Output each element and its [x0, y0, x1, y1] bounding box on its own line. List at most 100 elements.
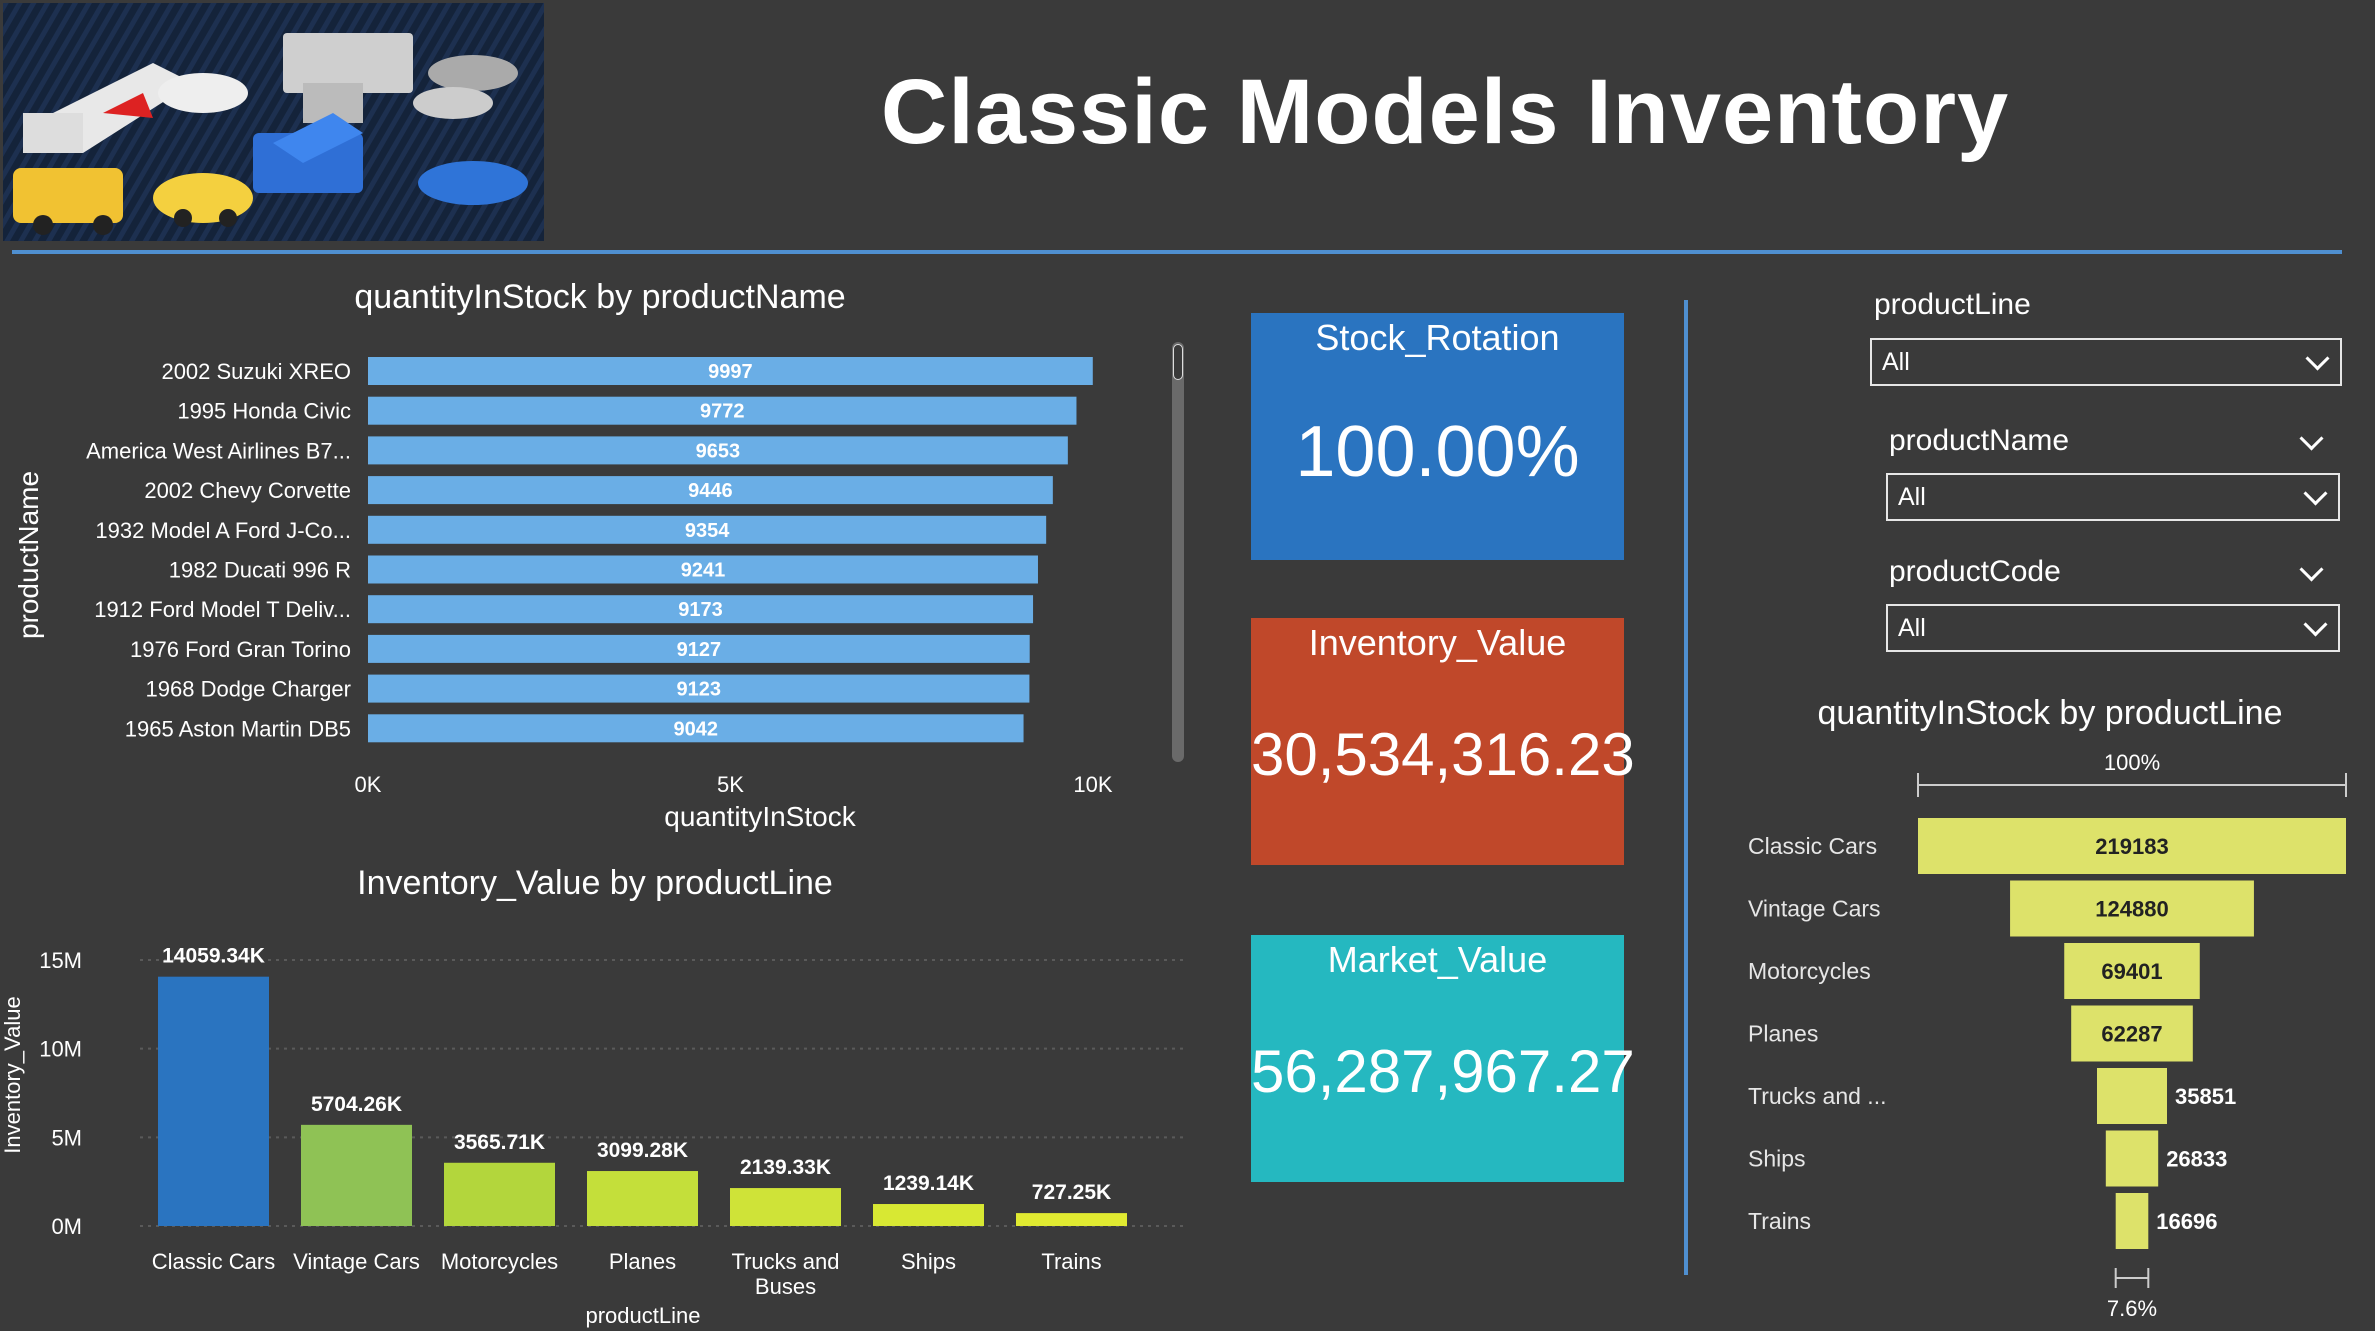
column-data-label: 727.25K	[1032, 1181, 1111, 1204]
x-tick-label: Buses	[755, 1274, 816, 1299]
market-value-card: Market_Value 56,287,967.27	[1251, 935, 1635, 1182]
y-tick-label: 15M	[39, 948, 82, 973]
bar-data-label: 9127	[677, 639, 722, 661]
x-tick-label: Motorcycles	[441, 1249, 558, 1274]
header-divider	[12, 250, 2342, 254]
funnel-category-label: Vintage Cars	[1748, 896, 1881, 922]
bar-data-label: 9446	[688, 480, 733, 502]
x-tick-label: Trucks and	[731, 1249, 839, 1274]
inventory-value-by-line-chart: Inventory_Value productLine 0M 5M 10M 15M 14…	[0, 945, 1188, 1328]
product-line-slicer-label: productLine	[1874, 288, 2031, 321]
market-value-label: Market_Value	[1327, 939, 1548, 980]
product-code-slicer-label: productCode	[1889, 555, 2061, 588]
funnel-data-label: 124880	[2095, 897, 2168, 922]
funnel-category-label: Ships	[1748, 1146, 1806, 1172]
quantity-by-line-funnel: 100% 7.6% Classic Cars 219183 Vintage Cars…	[1748, 750, 2347, 1321]
product-name-dropdown[interactable]: All	[1886, 473, 2340, 521]
funnel-segment[interactable]	[2105, 1130, 2159, 1187]
y-tick-label: 5M	[51, 1125, 82, 1150]
bar-data-label: 9354	[685, 520, 730, 542]
bar-data-label: 9123	[676, 679, 721, 701]
bar-data-label: 9042	[674, 718, 719, 740]
column-data-label: 14059.34K	[162, 945, 265, 968]
funnel-category-label: Motorcycles	[1748, 958, 1871, 984]
product-name-slicer-label: productName	[1889, 424, 2070, 457]
bar-category-label: 1982 Ducati 996 R	[169, 558, 351, 583]
column-data-label: 1239.14K	[883, 1172, 974, 1195]
bar-data-label: 9997	[708, 361, 753, 383]
funnel-segment[interactable]	[2115, 1193, 2149, 1249]
column[interactable]	[158, 976, 269, 1226]
scrollbar-thumb[interactable]	[1173, 344, 1183, 380]
x-tick-label: 0K	[355, 772, 382, 797]
column[interactable]	[1016, 1213, 1127, 1226]
chevron-down-icon[interactable]	[2299, 426, 2324, 451]
inventory-value-card: Inventory_Value 30,534,316.23	[1251, 618, 1635, 865]
funnel-category-label: Classic Cars	[1748, 833, 1877, 859]
bar-category-label: 1995 Honda Civic	[177, 399, 351, 424]
funnel-category-label: Trains	[1748, 1208, 1811, 1234]
inventory-value-label: Inventory_Value	[1308, 622, 1567, 663]
bar-category-label: 1968 Dodge Charger	[146, 677, 351, 702]
bar-chart-title: quantityInStock by productName	[354, 278, 846, 316]
funnel-segment[interactable]	[2096, 1068, 2168, 1124]
y-tick-label: 10M	[39, 1037, 82, 1062]
funnel-data-label: 62287	[2101, 1022, 2162, 1047]
column-chart-title: Inventory_Value by productLine	[357, 864, 833, 902]
funnel-top-percent: 100%	[2104, 750, 2160, 775]
column[interactable]	[587, 1171, 698, 1226]
bar-data-label: 9653	[696, 440, 741, 462]
product-line-selected: All	[1882, 348, 1910, 376]
bar-data-label: 9173	[678, 599, 723, 621]
x-tick-label: Trains	[1041, 1249, 1101, 1274]
bar-category-label: 1976 Ford Gran Torino	[130, 637, 351, 662]
column[interactable]	[730, 1188, 841, 1226]
column[interactable]	[444, 1162, 555, 1226]
x-tick-label: 5K	[717, 772, 744, 797]
funnel-chart-title: quantityInStock by productLine	[1817, 694, 2283, 732]
page-title: Classic Models Inventory	[880, 61, 2010, 163]
column-chart-x-axis-label: productLine	[586, 1303, 701, 1328]
x-tick-label: Vintage Cars	[293, 1249, 420, 1274]
bar-chart-scrollbar[interactable]	[1172, 342, 1184, 762]
quantity-by-product-chart: productName quantityInStock 2002 Suzuki …	[13, 357, 1113, 832]
bar-category-label: 2002 Suzuki XREO	[161, 359, 351, 384]
bar-category-label: 1932 Model A Ford J-Co...	[95, 518, 351, 543]
column-chart-y-axis-label: Inventory_Value	[0, 996, 25, 1153]
bar-category-label: America West Airlines B7...	[86, 438, 351, 463]
product-line-dropdown[interactable]: All	[1870, 338, 2342, 386]
product-code-selected: All	[1898, 614, 1926, 642]
bar-category-label: 2002 Chevy Corvette	[144, 478, 351, 503]
bar-category-label: 1965 Aston Martin DB5	[125, 716, 351, 741]
inventory-value-value: 30,534,316.23	[1251, 721, 1635, 788]
column-data-label: 2139.33K	[740, 1156, 831, 1179]
chevron-down-icon	[2303, 612, 2328, 637]
bar-chart-y-axis-label: productName	[13, 471, 44, 639]
chevron-down-icon[interactable]	[2299, 557, 2324, 582]
bar-chart-x-axis-label: quantityInStock	[664, 801, 856, 832]
x-tick-label: Planes	[609, 1249, 676, 1274]
funnel-bottom-percent: 7.6%	[2107, 1296, 2157, 1321]
column-data-label: 3099.28K	[597, 1139, 688, 1162]
column-data-label: 5704.26K	[311, 1093, 402, 1116]
funnel-data-label: 26833	[2166, 1147, 2227, 1172]
chevron-down-icon	[2305, 346, 2330, 371]
funnel-category-label: Planes	[1748, 1021, 1818, 1047]
bar-data-label: 9772	[700, 401, 745, 423]
funnel-category-label: Trucks and ...	[1748, 1083, 1886, 1109]
column[interactable]	[301, 1124, 412, 1226]
product-code-dropdown[interactable]: All	[1886, 604, 2340, 652]
product-name-selected: All	[1898, 483, 1926, 511]
column[interactable]	[873, 1204, 984, 1226]
x-tick-label: 10K	[1073, 772, 1112, 797]
column-data-label: 3565.71K	[454, 1131, 545, 1154]
x-tick-label: Classic Cars	[152, 1249, 275, 1274]
stock-rotation-label: Stock_Rotation	[1315, 317, 1560, 358]
vertical-divider	[1684, 300, 1688, 1275]
funnel-data-label: 16696	[2156, 1209, 2217, 1234]
x-tick-label: Ships	[901, 1249, 956, 1274]
stock-rotation-card: Stock_Rotation 100.00%	[1251, 313, 1624, 560]
stock-rotation-value: 100.00%	[1295, 412, 1580, 492]
funnel-data-label: 35851	[2175, 1084, 2236, 1109]
bar-category-label: 1912 Ford Model T Deliv...	[94, 597, 351, 622]
